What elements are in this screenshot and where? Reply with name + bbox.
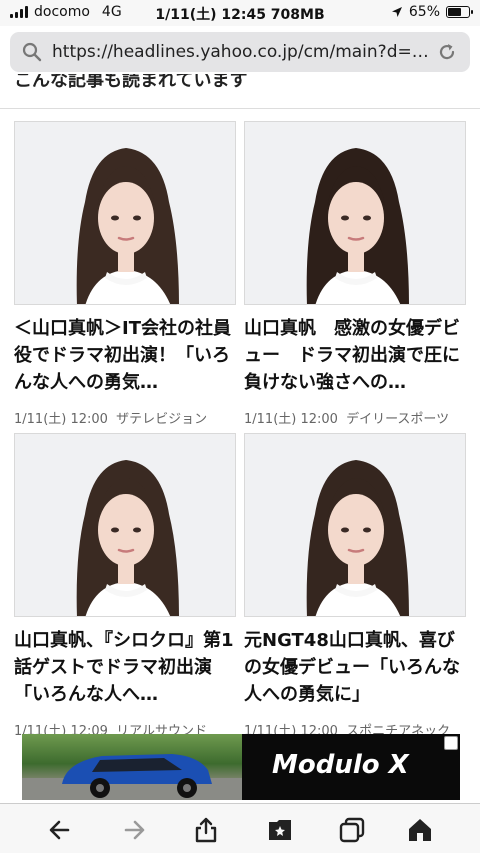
back-icon[interactable] [46, 816, 74, 844]
article-date: 1/11(土) 12:00 [244, 412, 338, 427]
article-source: デイリースポーツ [346, 412, 450, 427]
article-title[interactable]: 元NGT48山口真帆、喜びの女優デビュー「いろんな人への勇気に」 [244, 627, 466, 708]
reload-icon[interactable] [436, 41, 458, 63]
ad-car-image [22, 734, 242, 800]
article-title[interactable]: 山口真帆 感激の女優デビュー ドラマ初出演で圧に負けない強さへの… [244, 315, 466, 396]
url-text[interactable]: https://headlines.yahoo.co.jp/cm/main?d=… [52, 42, 436, 62]
section-divider [0, 108, 480, 109]
article-thumbnail[interactable] [14, 433, 236, 617]
ad-info-icon[interactable] [444, 736, 458, 750]
home-icon[interactable] [406, 816, 434, 844]
article-thumbnail[interactable] [14, 121, 236, 305]
status-right: 65% [391, 4, 473, 20]
portrait-image [15, 434, 235, 616]
article-meta: 1/11(土) 12:00 デイリースポーツ [244, 408, 466, 427]
portrait-image [15, 122, 235, 304]
article-title[interactable]: 山口真帆、『シロクロ』第1話ゲストでドラマ初出演 「いろんな人へ… [14, 627, 236, 708]
article-card[interactable]: 元NGT48山口真帆、喜びの女優デビュー「いろんな人への勇気に」 1/11(土)… [244, 433, 466, 739]
article-card[interactable]: 山口真帆 感激の女優デビュー ドラマ初出演で圧に負けない強さへの… 1/11(土… [244, 121, 466, 427]
article-card[interactable]: 山口真帆、『シロクロ』第1話ゲストでドラマ初出演 「いろんな人へ… 1/11(土… [14, 433, 236, 739]
section-heading-text: こんな記事も読まれています [14, 74, 248, 91]
article-thumbnail[interactable] [244, 121, 466, 305]
section-heading: こんな記事も読まれています [14, 74, 247, 94]
location-icon [391, 7, 402, 17]
car-illustration [22, 754, 242, 800]
ad-brand-text: Modulo X [272, 750, 409, 780]
share-icon[interactable] [192, 816, 220, 844]
article-thumbnail[interactable] [244, 433, 466, 617]
bookmarks-icon[interactable] [266, 816, 294, 844]
battery-icon [446, 6, 473, 18]
battery-fill [448, 8, 461, 16]
ad-banner[interactable]: Modulo X [22, 734, 460, 800]
search-icon [22, 42, 42, 62]
portrait-image [245, 434, 465, 616]
address-bar[interactable]: https://headlines.yahoo.co.jp/cm/main?d=… [10, 32, 470, 72]
portrait-image [245, 122, 465, 304]
article-card[interactable]: ＜山口真帆＞IT会社の社員役でドラマ初出演！「いろんな人への勇気… 1/11(土… [14, 121, 236, 427]
battery-percent: 65% [408, 4, 440, 20]
article-date: 1/11(土) 12:00 [14, 412, 108, 427]
forward-icon[interactable] [120, 816, 148, 844]
article-meta: 1/11(土) 12:00 ザテレビジョン [14, 408, 236, 427]
article-title[interactable]: ＜山口真帆＞IT会社の社員役でドラマ初出演！「いろんな人への勇気… [14, 315, 236, 396]
status-bar: docomo 4G 1/11(土) 12:45 708MB 65% [0, 0, 480, 26]
tabs-icon[interactable] [338, 816, 366, 844]
browser-toolbar [0, 803, 480, 853]
article-source: ザテレビジョン [116, 412, 208, 427]
